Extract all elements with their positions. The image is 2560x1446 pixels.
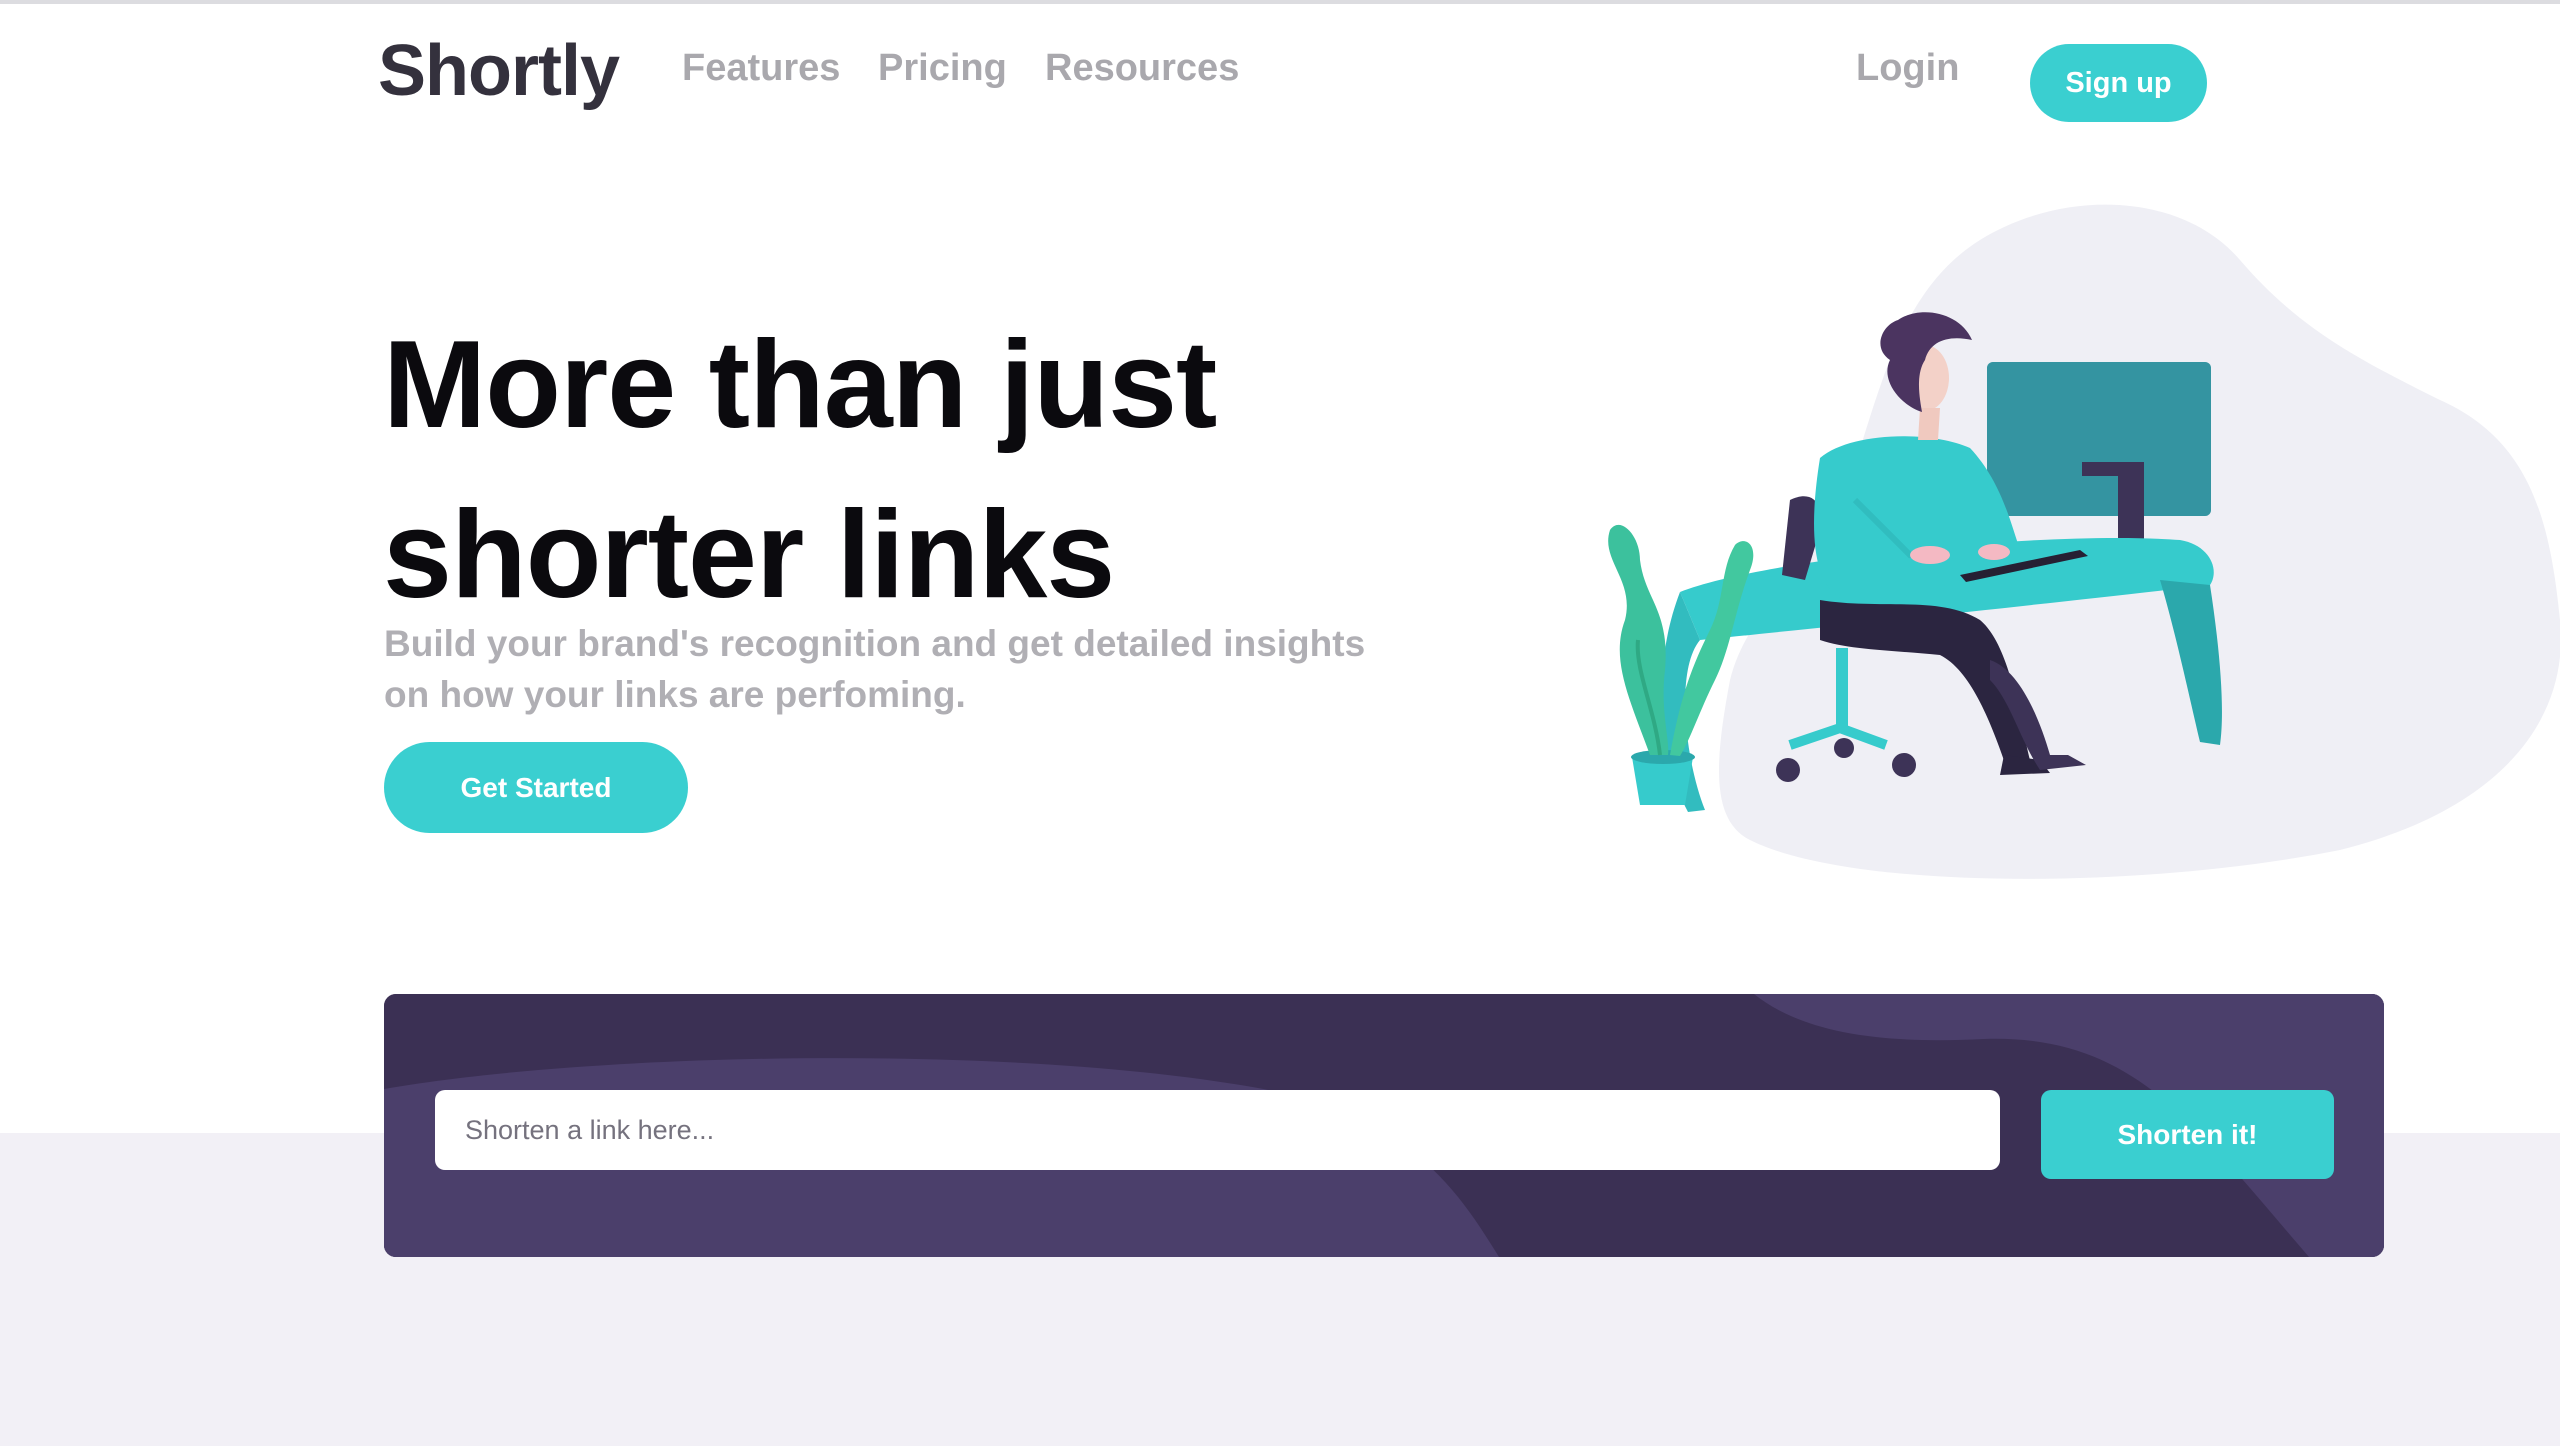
- nav-link-features[interactable]: Features: [682, 42, 840, 94]
- hero-subtitle-line-2: on how your links are perfoming.: [384, 674, 966, 715]
- nav-link-pricing[interactable]: Pricing: [878, 42, 1007, 94]
- shorten-link-input[interactable]: [435, 1090, 2000, 1170]
- logo[interactable]: Shortly: [378, 26, 620, 116]
- top-border: [0, 0, 2560, 4]
- login-link[interactable]: Login: [1856, 42, 1959, 94]
- shorten-panel: Shorten it!: [384, 994, 2384, 1257]
- get-started-button[interactable]: Get Started: [384, 742, 688, 833]
- hero-title: More than just shorter links: [383, 300, 1283, 640]
- shorten-button[interactable]: Shorten it!: [2041, 1090, 2334, 1179]
- hero-title-line-2: shorter links: [383, 486, 1115, 624]
- working-illustration: [1608, 204, 2560, 879]
- nav-link-resources[interactable]: Resources: [1045, 42, 1239, 94]
- signup-button[interactable]: Sign up: [2030, 44, 2207, 122]
- hero-subtitle: Build your brand's recognition and get d…: [384, 618, 1384, 720]
- hero-title-line-1: More than just: [383, 316, 1217, 454]
- hero-subtitle-line-1: Build your brand's recognition and get d…: [384, 623, 1366, 664]
